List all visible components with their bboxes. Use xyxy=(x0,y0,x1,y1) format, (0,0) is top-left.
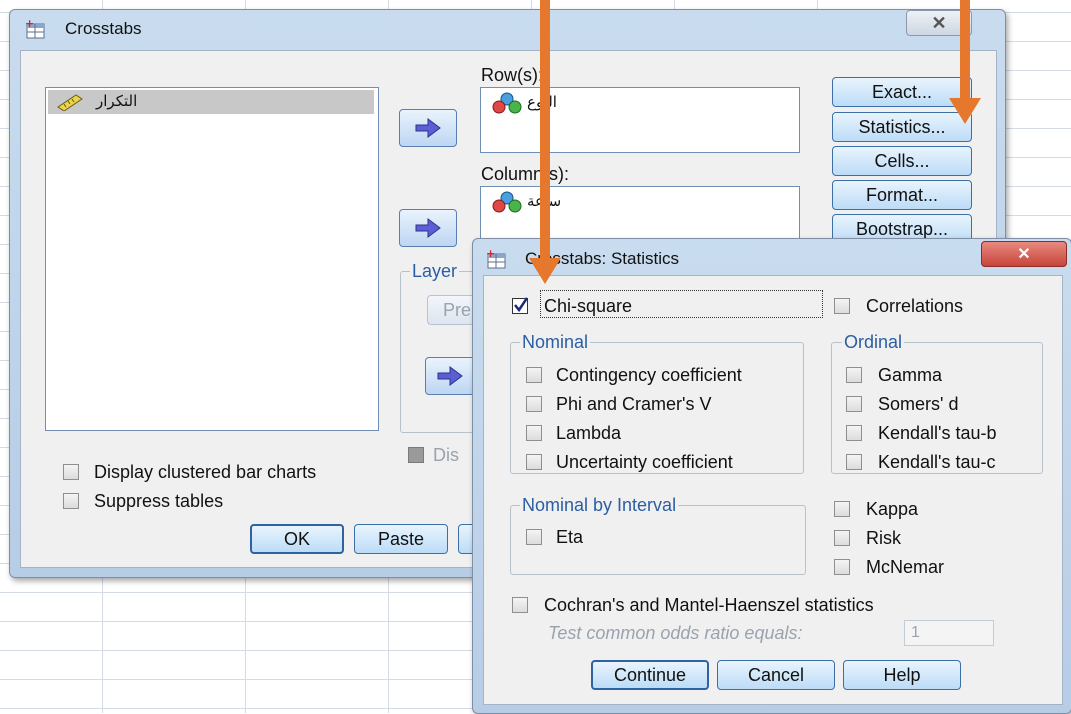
format-button[interactable]: Format... xyxy=(832,180,972,210)
odds-ratio-label: Test common odds ratio equals: xyxy=(548,623,803,643)
gamma-checkbox[interactable] xyxy=(846,367,862,383)
row-label: Row(s): xyxy=(481,65,543,85)
correlations-checkbox[interactable] xyxy=(834,298,850,314)
close-icon: ✕ xyxy=(931,12,947,33)
display-layer-checkbox[interactable] xyxy=(408,447,424,463)
kappa-checkbox[interactable] xyxy=(834,501,850,517)
crosstabs-app-icon: + xyxy=(25,18,45,39)
ok-button[interactable]: OK xyxy=(250,524,344,554)
statistics-titlebar[interactable]: + Crosstabs: Statistics ✕ xyxy=(473,239,1071,275)
statistics-label: Statistics... xyxy=(858,116,946,137)
phi-cramer-checkbox[interactable] xyxy=(526,396,542,412)
continue-label: Continue xyxy=(613,664,687,685)
statistics-app-icon: + xyxy=(486,248,506,269)
cochran-checkbox[interactable] xyxy=(512,597,528,613)
correlations-label: Correlations xyxy=(866,296,964,316)
statistics-close-button[interactable]: ✕ xyxy=(981,241,1067,267)
eta-label: Eta xyxy=(556,527,584,547)
layer-group-title: Layer xyxy=(410,261,460,282)
contingency-label: Contingency coefficient xyxy=(556,365,742,385)
suppress-tables-checkbox[interactable] xyxy=(63,493,79,509)
cells-label: Cells... xyxy=(874,150,930,171)
cells-button[interactable]: Cells... xyxy=(832,146,972,176)
gamma-label: Gamma xyxy=(878,365,943,385)
crosstabs-titlebar[interactable]: + Crosstabs ✕ xyxy=(10,10,1005,46)
eta-checkbox[interactable] xyxy=(526,529,542,545)
somers-d-checkbox[interactable] xyxy=(846,396,862,412)
arrow-right-icon xyxy=(415,118,441,138)
ok-label: OK xyxy=(283,528,310,549)
paste-label: Paste xyxy=(377,528,425,549)
annotation-arrow-left-head xyxy=(529,258,561,284)
variable-name: التكرار xyxy=(96,92,138,110)
annotation-arrow-right-shaft xyxy=(960,0,970,100)
previous-layer-label: Pre xyxy=(442,299,471,320)
chi-square-checkbox[interactable] xyxy=(512,297,528,314)
annotation-arrow-left-shaft xyxy=(540,0,550,260)
nominal-group-title: Nominal xyxy=(520,332,591,353)
chi-square-label: Chi-square xyxy=(544,296,633,316)
column-label: Column(s): xyxy=(481,164,570,184)
nominal-variable-icon xyxy=(492,92,522,114)
list-item[interactable]: التكرار xyxy=(48,90,374,114)
move-to-row-button[interactable] xyxy=(399,109,457,147)
crosstabs-title: Crosstabs xyxy=(65,19,142,38)
continue-button[interactable]: Continue xyxy=(591,660,709,690)
close-icon: ✕ xyxy=(1017,246,1031,263)
odds-ratio-input[interactable]: 1 xyxy=(904,620,994,646)
lambda-label: Lambda xyxy=(556,423,622,443)
cancel-label: Cancel xyxy=(747,664,805,685)
help-button[interactable]: Help xyxy=(843,660,961,690)
risk-checkbox[interactable] xyxy=(834,530,850,546)
uncertainty-checkbox[interactable] xyxy=(526,454,542,470)
mcnemar-label: McNemar xyxy=(866,557,945,577)
odds-ratio-value: 1 xyxy=(911,624,920,641)
clustered-bar-checkbox[interactable] xyxy=(63,464,79,480)
phi-cramer-label: Phi and Cramer's V xyxy=(556,394,712,414)
exact-label: Exact... xyxy=(871,81,933,102)
somers-d-label: Somers' d xyxy=(878,394,959,414)
nominal-variable-icon xyxy=(492,191,522,213)
paste-button[interactable]: Paste xyxy=(354,524,448,554)
kendall-tau-b-label: Kendall's tau-b xyxy=(878,423,997,443)
clustered-bar-label: Display clustered bar charts xyxy=(94,462,317,482)
statistics-client-area: Chi-square Correlations Nominal Continge… xyxy=(483,275,1063,705)
annotation-arrow-right-head xyxy=(949,98,981,124)
statistics-window: + Crosstabs: Statistics ✕ Chi-square Cor… xyxy=(472,238,1071,714)
move-to-column-button[interactable] xyxy=(399,209,457,247)
uncertainty-label: Uncertainty coefficient xyxy=(556,452,733,472)
help-label: Help xyxy=(883,664,921,685)
row-variable-list[interactable]: النوع xyxy=(480,87,800,153)
mcnemar-checkbox[interactable] xyxy=(834,559,850,575)
ordinal-group-title: Ordinal xyxy=(842,332,905,353)
kendall-tau-b-checkbox[interactable] xyxy=(846,425,862,441)
suppress-tables-label: Suppress tables xyxy=(94,491,224,511)
arrow-right-icon xyxy=(415,218,441,238)
bootstrap-label: Bootstrap... xyxy=(855,218,949,239)
lambda-checkbox[interactable] xyxy=(526,425,542,441)
kendall-tau-c-label: Kendall's tau-c xyxy=(878,452,996,472)
cochran-label: Cochran's and Mantel-Haenszel statistics xyxy=(544,595,874,615)
kappa-label: Kappa xyxy=(866,499,919,519)
checkmark-icon xyxy=(514,297,528,313)
ruler-scale-icon xyxy=(57,94,83,111)
svg-text:+: + xyxy=(486,248,495,260)
source-variable-list[interactable]: التكرار xyxy=(45,87,379,431)
nominal-by-interval-title: Nominal by Interval xyxy=(520,495,679,516)
format-label: Format... xyxy=(865,184,938,205)
display-layer-label: Dis xyxy=(433,445,459,465)
svg-text:+: + xyxy=(25,18,34,30)
contingency-checkbox[interactable] xyxy=(526,367,542,383)
cancel-button[interactable]: Cancel xyxy=(717,660,835,690)
risk-label: Risk xyxy=(866,528,901,548)
kendall-tau-c-checkbox[interactable] xyxy=(846,454,862,470)
